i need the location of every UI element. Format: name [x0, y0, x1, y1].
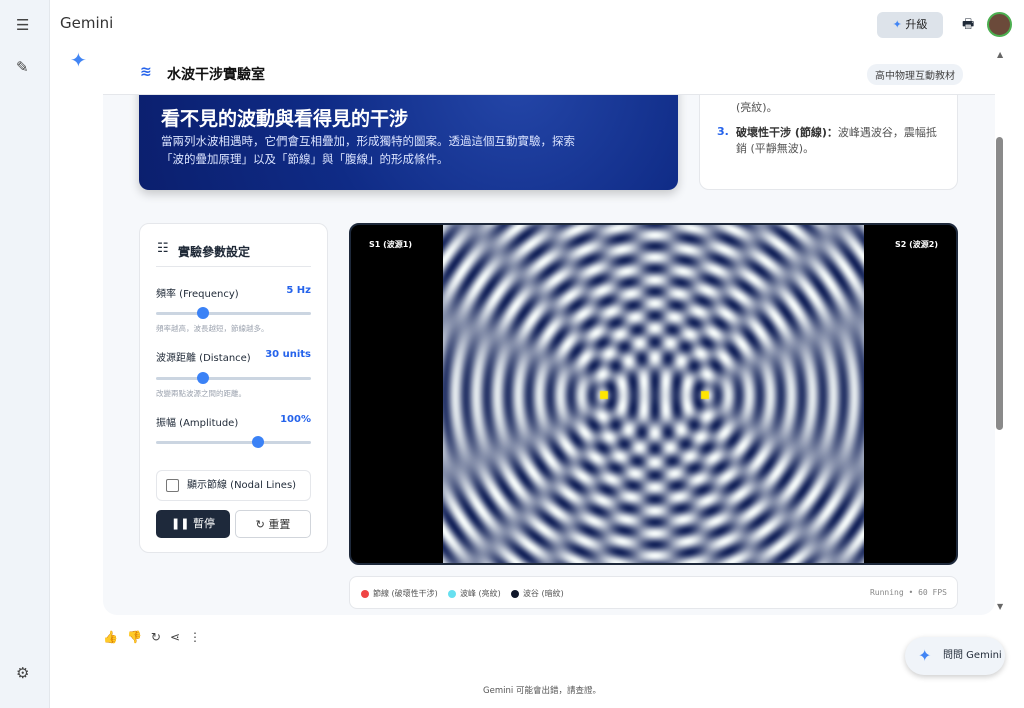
settings-icon[interactable]: ⚙ — [16, 664, 29, 682]
checkbox-box[interactable] — [166, 479, 179, 492]
pause-button[interactable]: ❚❚ 暫停 — [156, 510, 230, 538]
interference-canvas[interactable] — [443, 225, 864, 563]
distance-slider[interactable] — [156, 372, 311, 384]
more-icon[interactable]: ⋮ — [189, 630, 201, 644]
distance-value: 30 units — [265, 349, 311, 360]
upgrade-button[interactable]: ✦ 升級 — [877, 12, 943, 38]
share-icon[interactable]: ⋖ — [170, 630, 180, 644]
legend-bar: 節線 (破壞性干涉) 波峰 (亮紋) 波谷 (暗紋) Running • 60 … — [349, 576, 958, 609]
panel-title: 水波干涉實驗室 — [167, 67, 265, 83]
frequency-value: 5 Hz — [286, 285, 311, 296]
slider-knob[interactable] — [196, 307, 209, 319]
upgrade-label: 升級 — [905, 18, 928, 31]
distance-row: 波源距離 (Distance) 30 units — [156, 349, 311, 364]
disclaimer: Gemini 可能會出錯，請查證。 — [483, 686, 601, 696]
reset-icon: ↻ — [255, 518, 265, 531]
pause-icon: ❚❚ — [171, 517, 190, 530]
frequency-hint: 頻率越高，波長越短，節線越多。 — [156, 324, 269, 333]
ask-gemini-button[interactable]: ✦ 問問 Gemini — [905, 637, 1005, 675]
legend-dot-nodal — [361, 589, 369, 598]
source2-label: S2 (波源2) — [895, 240, 938, 249]
amplitude-value: 100% — [280, 414, 311, 425]
nodal-lines-label: 顯示節線 (Nodal Lines) — [187, 480, 297, 491]
legend-label-nodal: 節線 (破壞性干涉) — [373, 589, 438, 598]
frequency-label: 頻率 (Frequency) — [156, 289, 239, 300]
distance-hint: 改變兩點波源之間的距離。 — [156, 389, 246, 398]
scrollbar-thumb[interactable] — [996, 137, 1003, 430]
spark-icon: ✦ — [892, 18, 902, 31]
avatar[interactable] — [987, 12, 1012, 37]
legend-label-trough: 波谷 (暗紋) — [522, 589, 564, 598]
legend-dot-trough — [510, 589, 519, 598]
app-title: Gemini — [60, 14, 114, 32]
info-partial: (亮紋)。 — [736, 101, 778, 114]
thumbs-down-icon[interactable]: 👎 — [127, 630, 142, 644]
menu-icon[interactable]: ☰ — [16, 16, 29, 34]
side-rail: ☰ ✎ ⚙ — [0, 0, 50, 708]
regenerate-icon[interactable]: ↻ — [151, 630, 161, 644]
reset-label: 重置 — [268, 518, 291, 531]
legend-label-crest: 波峰 (亮紋) — [459, 589, 501, 598]
pause-label: 暫停 — [192, 517, 215, 530]
reset-button[interactable]: ↻ 重置 — [235, 510, 311, 538]
gemini-spark-icon: ✦ — [70, 48, 87, 72]
controls-card: ☷ 實驗參數設定 頻率 (Frequency) 5 Hz 頻率越高，波長越短，節線… — [139, 223, 328, 553]
amplitude-row: 振幅 (Amplitude) 100% — [156, 414, 311, 429]
amplitude-slider[interactable] — [156, 436, 311, 448]
nodal-lines-checkbox[interactable]: 顯示節線 (Nodal Lines) — [156, 470, 311, 501]
slider-knob[interactable] — [196, 372, 209, 384]
waves-icon: ≋ — [140, 64, 152, 80]
frequency-slider[interactable] — [156, 307, 311, 319]
printer-icon[interactable]: 🖶 — [962, 15, 974, 37]
hero-text: 當兩列水波相遇時，它們會互相疊加，形成獨特的圖案。透過這個互動實驗，探索「波的疊… — [161, 134, 575, 166]
controls-title: 實驗參數設定 — [178, 245, 251, 259]
wave-simulation[interactable]: S1 (波源1) S2 (波源2) — [349, 223, 958, 565]
subject-tag: 高中物理互動教材 — [867, 64, 963, 85]
top-bar: Gemini ✦ 升級 🖶 — [50, 0, 1024, 48]
sliders-icon: ☷ — [157, 241, 169, 256]
hero-title: 看不見的波動與看得見的干涉 — [161, 108, 409, 130]
amplitude-label: 振幅 (Amplitude) — [156, 418, 239, 429]
divider — [156, 266, 311, 267]
spark-icon: ✦ — [918, 646, 932, 665]
panel-header: ≋ 水波干涉實驗室 高中物理互動教材 — [103, 50, 995, 95]
source1-label: S1 (波源1) — [369, 240, 412, 249]
response-actions: 👍 👎 ↻ ⋖ ⋮ — [103, 630, 201, 644]
distance-label: 波源距離 (Distance) — [156, 353, 251, 364]
slider-knob[interactable] — [252, 436, 265, 448]
thumbs-up-icon[interactable]: 👍 — [103, 630, 118, 644]
artifact-panel: ≋ 水波干涉實驗室 高中物理互動教材 看不見的波動與看得見的干涉 當兩列水波相遇… — [103, 50, 995, 615]
ask-gemini-label: 問問 Gemini — [943, 650, 1002, 661]
info-number: 3. — [717, 125, 729, 138]
info-term: 破壞性干涉 (節線)： — [736, 126, 838, 139]
frequency-row: 頻率 (Frequency) 5 Hz — [156, 285, 311, 300]
status-text: Running • 60 FPS — [869, 588, 947, 597]
legend-dot-crest — [447, 589, 456, 598]
new-chat-icon[interactable]: ✎ — [16, 58, 29, 76]
